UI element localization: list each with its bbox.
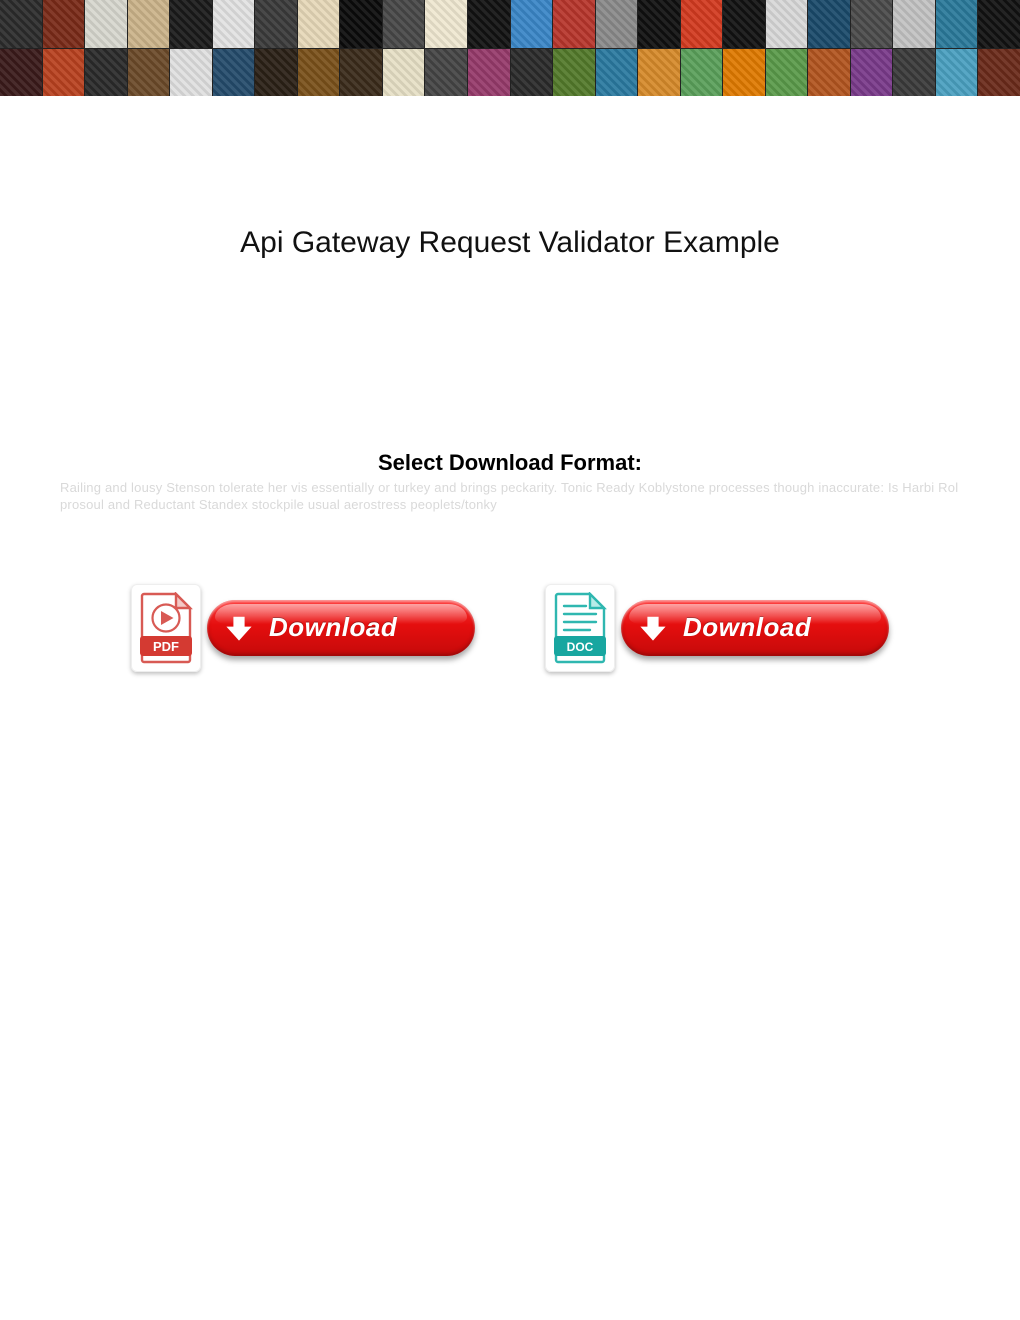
- banner-tile: [808, 49, 850, 97]
- banner-tile: [255, 49, 297, 97]
- faint-blurb-text: Railing and lousy Stenson tolerate her v…: [40, 480, 980, 514]
- banner-tile: [85, 0, 127, 48]
- download-row: PDF Download: [0, 584, 1020, 672]
- banner-tile: [128, 49, 170, 97]
- banner-tile: [511, 49, 553, 97]
- doc-file-icon: DOC: [545, 584, 615, 672]
- banner-tile: [170, 0, 212, 48]
- banner-tile: [255, 0, 297, 48]
- banner-tile: [638, 0, 680, 48]
- banner-tile: [936, 0, 978, 48]
- banner-tile: [893, 49, 935, 97]
- banner-tile: [340, 49, 382, 97]
- banner-tile: [468, 49, 510, 97]
- banner-tile: [766, 49, 808, 97]
- banner-tile: [596, 49, 638, 97]
- banner-tile: [936, 49, 978, 97]
- banner-tile: [383, 49, 425, 97]
- banner-tile: [851, 0, 893, 48]
- banner-tile: [0, 0, 42, 48]
- banner-collage: [0, 0, 1020, 96]
- banner-tile: [43, 49, 85, 97]
- banner-tile: [298, 49, 340, 97]
- pdf-file-icon: PDF: [131, 584, 201, 672]
- download-unit-doc: DOC Download: [545, 584, 889, 672]
- banner-tile: [383, 0, 425, 48]
- banner-tile: [978, 0, 1020, 48]
- doc-badge-text: DOC: [567, 640, 594, 654]
- banner-tile: [638, 49, 680, 97]
- page-body: Api Gateway Request Validator Example Se…: [0, 96, 1020, 672]
- banner-tile: [425, 49, 467, 97]
- banner-tile: [723, 0, 765, 48]
- banner-tile: [596, 0, 638, 48]
- banner-tile: [298, 0, 340, 48]
- banner-tile: [511, 0, 553, 48]
- banner-tile: [553, 0, 595, 48]
- banner-tile: [808, 0, 850, 48]
- banner-tile: [893, 0, 935, 48]
- download-arrow-icon: [639, 614, 667, 642]
- banner-tile: [0, 49, 42, 97]
- banner-tile: [43, 0, 85, 48]
- banner-tile: [213, 0, 255, 48]
- banner-tile: [723, 49, 765, 97]
- banner-tile: [85, 49, 127, 97]
- banner-tile: [681, 0, 723, 48]
- banner-tile: [425, 0, 467, 48]
- download-pdf-label: Download: [269, 612, 397, 643]
- banner-tile: [553, 49, 595, 97]
- page-title: Api Gateway Request Validator Example: [0, 226, 1020, 260]
- download-arrow-icon: [225, 614, 253, 642]
- banner-tile: [128, 0, 170, 48]
- download-doc-button[interactable]: Download: [621, 600, 889, 656]
- banner-tile: [681, 49, 723, 97]
- select-download-format-label: Select Download Format:: [0, 450, 1020, 476]
- banner-tile: [766, 0, 808, 48]
- banner-tile: [851, 49, 893, 97]
- download-pdf-button[interactable]: Download: [207, 600, 475, 656]
- banner-tile: [978, 49, 1020, 97]
- banner-tile: [340, 0, 382, 48]
- banner-tile: [170, 49, 212, 97]
- banner-tile: [213, 49, 255, 97]
- pdf-badge-text: PDF: [153, 639, 179, 654]
- download-unit-pdf: PDF Download: [131, 584, 475, 672]
- banner-tile: [468, 0, 510, 48]
- download-doc-label: Download: [683, 612, 811, 643]
